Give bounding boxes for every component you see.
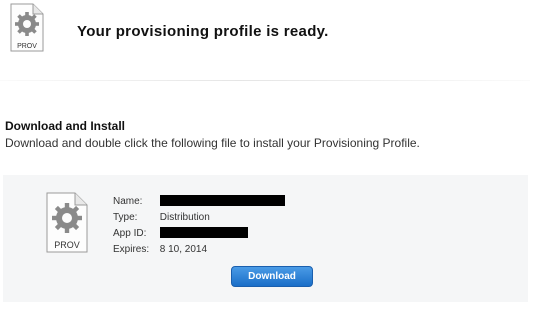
redacted-app-id-value: [159, 226, 248, 238]
detail-row-app-id: App ID:: [113, 226, 285, 242]
section-heading: Download and Install: [5, 119, 126, 133]
svg-text:PROV: PROV: [17, 43, 37, 50]
name-label: Name:: [113, 196, 143, 207]
prov-file-icon[interactable]: PROV: [43, 191, 91, 255]
section-instructions: Download and double click the following …: [5, 136, 420, 150]
download-panel: PROV Name: Type: Distribution App ID: Ex…: [3, 175, 528, 302]
type-value: Distribution: [159, 212, 210, 223]
header-divider: [0, 80, 530, 81]
page-title: Your provisioning profile is ready.: [77, 23, 329, 40]
type-label: Type:: [113, 212, 138, 223]
expires-label: Expires:: [113, 244, 150, 255]
detail-row-expires: Expires: 8 10, 2014: [113, 242, 285, 258]
detail-row-type: Type: Distribution: [113, 210, 285, 226]
profile-details: Name: Type: Distribution App ID: Expires…: [113, 194, 285, 258]
download-button[interactable]: Download: [231, 266, 313, 287]
expires-value: 8 10, 2014: [159, 244, 208, 255]
redacted-name-value: [159, 194, 285, 206]
app-id-label: App ID:: [113, 228, 147, 239]
prov-file-icon: PROV: [8, 2, 46, 54]
detail-row-name: Name:: [113, 194, 285, 210]
provisioning-profile-page: PROV Your provisioning profile is ready.…: [0, 0, 538, 322]
svg-text:PROV: PROV: [54, 240, 80, 250]
